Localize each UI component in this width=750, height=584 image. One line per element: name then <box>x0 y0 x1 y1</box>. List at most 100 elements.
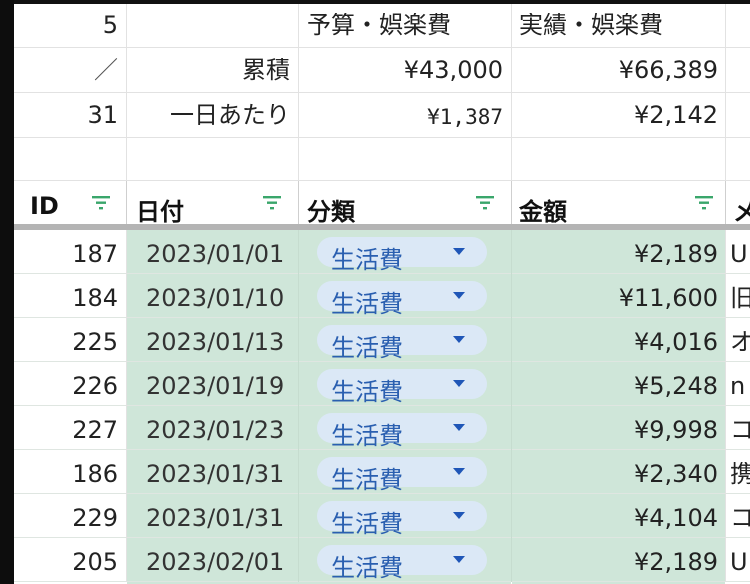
spreadsheet-grid[interactable]: 5 予算・娯楽費 実績・娯楽費 ／ 累積 ¥43,000 ¥66,389 31 … <box>14 0 750 584</box>
cell-id[interactable]: 227 <box>14 418 118 442</box>
cell-date[interactable]: 2023/01/31 <box>146 462 296 486</box>
cell-memo[interactable]: U <box>730 550 750 574</box>
chip-label: 生活費 <box>331 334 403 362</box>
header-memo[interactable]: メ <box>733 192 750 227</box>
cell-amount[interactable]: ¥2,189 <box>512 550 718 574</box>
cell-id[interactable]: 229 <box>14 506 118 530</box>
grid-line <box>511 494 512 538</box>
dropdown-arrow-icon[interactable] <box>453 292 465 299</box>
cell-id[interactable]: 205 <box>14 550 118 574</box>
table-row[interactable]: 186 2023/01/31 生活費 ¥2,340 携 <box>14 450 750 494</box>
cell-memo[interactable]: n <box>730 374 750 398</box>
header-category[interactable]: 分類 <box>307 192 407 227</box>
cell-date[interactable]: 2023/01/23 <box>146 418 296 442</box>
category-chip[interactable]: 生活費 <box>317 237 487 274</box>
cell-date[interactable]: 2023/01/13 <box>146 330 296 354</box>
dropdown-arrow-icon[interactable] <box>453 248 465 255</box>
grid-line <box>298 450 299 494</box>
grid-line <box>126 362 127 406</box>
cell-amount[interactable]: ¥9,998 <box>512 418 718 442</box>
grid-line <box>511 4 512 180</box>
table-row[interactable]: 205 2023/02/01 生活費 ¥2,189 U <box>14 538 750 582</box>
grid-line <box>14 47 750 48</box>
cell-memo[interactable]: オ <box>730 330 750 354</box>
table-row[interactable]: 187 2023/01/01 生活費 ¥2,189 U <box>14 230 750 274</box>
cell-date[interactable]: 2023/01/19 <box>146 374 296 398</box>
summary-budget-cumulative[interactable]: ¥43,000 <box>299 58 503 82</box>
header-date[interactable]: 日付 <box>136 192 236 227</box>
grid-line <box>126 494 127 538</box>
filter-icon[interactable] <box>476 196 494 210</box>
filter-icon[interactable] <box>263 196 281 210</box>
cell-amount[interactable]: ¥4,104 <box>512 506 718 530</box>
chip-label: 生活費 <box>331 246 403 274</box>
grid-line <box>126 181 127 224</box>
window-left-edge <box>0 0 14 584</box>
category-chip[interactable]: 生活費 <box>317 325 487 362</box>
grid-line <box>298 181 299 224</box>
category-chip[interactable]: 生活費 <box>317 457 487 494</box>
dropdown-arrow-icon[interactable] <box>453 380 465 387</box>
cell-date[interactable]: 2023/01/10 <box>146 286 296 310</box>
summary-label-daily[interactable]: 一日あたり <box>127 103 290 127</box>
grid-line <box>725 406 726 450</box>
category-chip[interactable]: 生活費 <box>317 369 487 406</box>
cell-id[interactable]: 226 <box>14 374 118 398</box>
grid-line <box>511 274 512 318</box>
category-chip[interactable]: 生活費 <box>317 281 487 318</box>
cell-memo[interactable]: コ <box>730 418 750 442</box>
cell-id[interactable]: 225 <box>14 330 118 354</box>
dropdown-arrow-icon[interactable] <box>453 336 465 343</box>
dropdown-arrow-icon[interactable] <box>453 556 465 563</box>
header-id[interactable]: ID <box>30 192 80 220</box>
cell-date[interactable]: 2023/01/31 <box>146 506 296 530</box>
table-row[interactable]: 225 2023/01/13 生活費 ¥4,016 オ <box>14 318 750 362</box>
grid-line <box>14 581 750 582</box>
summary-cell-days[interactable]: 31 <box>14 103 118 127</box>
grid-line <box>298 538 299 582</box>
grid-line <box>511 230 512 274</box>
grid-line <box>298 362 299 406</box>
cell-amount[interactable]: ¥5,248 <box>512 374 718 398</box>
cell-id[interactable]: 184 <box>14 286 118 310</box>
cell-amount[interactable]: ¥2,189 <box>512 242 718 266</box>
summary-actual-daily[interactable]: ¥2,142 <box>512 103 718 127</box>
cell-memo[interactable]: 携 <box>730 462 750 486</box>
cell-id[interactable]: 186 <box>14 462 118 486</box>
summary-header-actual[interactable]: 実績・娯楽費 <box>519 13 724 37</box>
table-row[interactable]: 227 2023/01/23 生活費 ¥9,998 コ <box>14 406 750 450</box>
cell-amount[interactable]: ¥4,016 <box>512 330 718 354</box>
table-row[interactable]: 226 2023/01/19 生活費 ¥5,248 n <box>14 362 750 406</box>
table-row[interactable]: 229 2023/01/31 生活費 ¥4,104 コ <box>14 494 750 538</box>
category-chip[interactable]: 生活費 <box>317 545 487 582</box>
cell-id[interactable]: 187 <box>14 242 118 266</box>
header-amount[interactable]: 金額 <box>519 192 619 227</box>
cell-memo[interactable]: 旧 <box>730 286 750 310</box>
chip-label: 生活費 <box>331 510 403 538</box>
category-chip[interactable]: 生活費 <box>317 413 487 450</box>
grid-line <box>126 274 127 318</box>
cell-amount[interactable]: ¥11,600 <box>512 286 718 310</box>
cell-memo[interactable]: コ <box>730 506 750 530</box>
summary-actual-cumulative[interactable]: ¥66,389 <box>512 58 718 82</box>
grid-line <box>725 494 726 538</box>
dropdown-arrow-icon[interactable] <box>453 424 465 431</box>
dropdown-arrow-icon[interactable] <box>453 468 465 475</box>
grid-line <box>126 230 127 274</box>
chip-label: 生活費 <box>331 378 403 406</box>
summary-header-budget[interactable]: 予算・娯楽費 <box>307 13 507 37</box>
table-row[interactable]: 184 2023/01/10 生活費 ¥11,600 旧 <box>14 274 750 318</box>
summary-cell-count[interactable]: 5 <box>14 13 118 37</box>
filter-icon[interactable] <box>695 196 713 210</box>
summary-budget-daily[interactable]: ¥1,387 <box>299 105 503 129</box>
cell-memo[interactable]: U <box>730 242 750 266</box>
cell-amount[interactable]: ¥2,340 <box>512 462 718 486</box>
chip-label: 生活費 <box>331 554 403 582</box>
summary-label-cumulative[interactable]: 累積 <box>127 58 290 82</box>
cell-date[interactable]: 2023/02/01 <box>146 550 296 574</box>
summary-cell-slash[interactable]: ／ <box>14 58 118 82</box>
category-chip[interactable]: 生活費 <box>317 501 487 538</box>
dropdown-arrow-icon[interactable] <box>453 512 465 519</box>
cell-date[interactable]: 2023/01/01 <box>146 242 296 266</box>
filter-icon[interactable] <box>92 196 110 210</box>
